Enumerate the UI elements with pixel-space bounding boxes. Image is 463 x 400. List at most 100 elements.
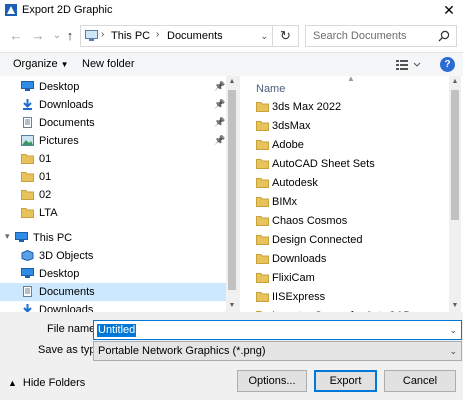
sidebar-item-label: Documents	[39, 117, 95, 129]
list-item[interactable]: BIMx	[252, 193, 452, 212]
list-item[interactable]: 3ds Max 2022	[252, 98, 452, 117]
file-name-field[interactable]: Untitled ⌄	[93, 320, 462, 340]
search-icon	[438, 30, 450, 42]
navigation-scrollbar[interactable]: ▲ ▼	[226, 76, 238, 312]
folder-icon	[21, 189, 34, 200]
view-options-icon[interactable]	[395, 57, 423, 73]
sidebar-item-label: LTA	[39, 207, 58, 219]
pin-icon: 📌	[214, 135, 226, 145]
list-item[interactable]: Design Connected	[252, 231, 452, 250]
window-title: Export 2D Graphic	[22, 4, 113, 16]
scroll-up-icon[interactable]: ▲	[449, 76, 461, 88]
list-item[interactable]: 3dsMax	[252, 117, 452, 136]
chevron-down-icon[interactable]: ⌄	[449, 346, 457, 357]
export-button[interactable]: Export	[314, 370, 377, 392]
sidebar-item[interactable]: 01	[0, 150, 230, 168]
file-name: AutoCAD Sheet Sets	[272, 158, 375, 170]
close-icon[interactable]: ✕	[441, 2, 457, 18]
file-name: FlixiCam	[272, 272, 315, 284]
document-icon	[21, 286, 34, 297]
sidebar-item[interactable]: Desktop	[0, 265, 230, 283]
3d-objects-icon	[21, 249, 34, 262]
sidebar-item[interactable]: 02	[0, 186, 230, 204]
forward-arrow-icon[interactable]: →	[30, 28, 46, 44]
list-item[interactable]: Chaos Cosmos	[252, 212, 452, 231]
sidebar-item-label: Pictures	[39, 135, 79, 147]
sidebar-item[interactable]: Downloads	[0, 301, 230, 312]
folder-icon	[256, 234, 269, 245]
list-item[interactable]: Autodesk	[252, 174, 452, 193]
sidebar-item[interactable]: Desktop 📌	[0, 78, 230, 96]
list-item[interactable]: FlixiCam	[252, 269, 452, 288]
save-as-type-select[interactable]: Portable Network Graphics (*.png) ⌄	[93, 341, 462, 361]
scroll-up-icon[interactable]: ▲	[226, 76, 238, 88]
folder-icon	[256, 139, 269, 150]
breadcrumb-documents[interactable]: Documents	[167, 30, 223, 42]
sidebar-item-label: This PC	[33, 232, 73, 244]
back-arrow-icon[interactable]: ←	[8, 28, 24, 44]
scrollbar-thumb[interactable]	[228, 90, 236, 290]
organize-button[interactable]: Organize ▼	[13, 58, 69, 70]
list-item[interactable]: Adobe	[252, 136, 452, 155]
sidebar-item[interactable]: This PC	[0, 229, 230, 247]
folder-icon	[256, 253, 269, 264]
hide-folders-button[interactable]: ▲ Hide Folders	[8, 377, 85, 389]
sidebar-item-label: 01	[39, 153, 52, 165]
breadcrumb-this-pc[interactable]: This PC	[111, 30, 150, 42]
download-icon	[21, 304, 34, 312]
title-bar: Export 2D Graphic ✕	[0, 0, 463, 20]
file-name: Design Connected	[272, 234, 363, 246]
caret-up-icon: ▲	[8, 378, 17, 388]
scrollbar-thumb[interactable]	[451, 90, 459, 220]
organize-label: Organize	[13, 58, 58, 70]
folder-icon	[256, 291, 269, 302]
sidebar-item-label: 3D Objects	[39, 250, 94, 262]
file-name-value[interactable]: Untitled	[97, 324, 137, 337]
new-folder-button[interactable]: New folder	[82, 58, 135, 70]
chevron-down-icon[interactable]: ⌄	[449, 325, 457, 336]
folder-icon	[256, 196, 269, 207]
chevron-down-icon[interactable]: ⌄	[260, 31, 268, 42]
address-bar[interactable]: › This PC › Documents ⌄ ↻	[80, 25, 299, 47]
sidebar-item[interactable]: LTA	[0, 204, 230, 222]
list-item[interactable]: Downloads	[252, 250, 452, 269]
column-header-name[interactable]: Name	[256, 83, 285, 95]
file-name: 3dsMax	[272, 120, 311, 132]
folder-icon	[256, 177, 269, 188]
breadcrumb-separator: ›	[156, 29, 160, 40]
desktop-icon	[21, 81, 34, 92]
navigation-pane[interactable]: Desktop 📌 Downloads 📌 Documents 📌 Pictures 📌 01 0…	[0, 76, 234, 312]
file-list[interactable]: ▲ Name 3ds Max 2022 3dsMax Adobe AutoCAD Sh…	[240, 76, 463, 312]
sidebar-item[interactable]: 01	[0, 168, 230, 186]
refresh-icon[interactable]: ↻	[272, 26, 298, 46]
search-input[interactable]: Search Documents	[313, 30, 407, 42]
caret-down-icon: ▼	[60, 60, 69, 69]
file-name: Autodesk	[272, 177, 318, 189]
file-name: Adobe	[272, 139, 304, 151]
sidebar-item[interactable]: 3D Objects	[0, 247, 230, 265]
sidebar-item[interactable]: Pictures 📌	[0, 132, 230, 150]
sidebar-item[interactable]: Downloads 📌	[0, 96, 230, 114]
folder-icon	[21, 207, 34, 218]
expand-chevron-icon[interactable]: ▾	[5, 231, 10, 242]
options-button[interactable]: Options...	[237, 370, 307, 392]
folder-icon	[256, 272, 269, 283]
list-item[interactable]: AutoCAD Sheet Sets	[252, 155, 452, 174]
scroll-down-icon[interactable]: ▼	[449, 300, 461, 312]
file-name-label: File name:	[47, 323, 99, 335]
sidebar-item[interactable]: Documents	[0, 283, 230, 301]
search-box[interactable]: Search Documents	[305, 25, 457, 47]
cancel-button[interactable]: Cancel	[384, 370, 456, 392]
pc-icon	[15, 232, 28, 243]
pin-icon: 📌	[214, 81, 226, 91]
pin-icon: 📌	[214, 99, 226, 109]
pin-icon: 📌	[214, 117, 226, 127]
list-item[interactable]: IISExpress	[252, 288, 452, 307]
scroll-down-icon[interactable]: ▼	[226, 300, 238, 312]
sidebar-item[interactable]: Documents 📌	[0, 114, 230, 132]
up-arrow-icon[interactable]: ↑	[62, 28, 78, 44]
help-icon[interactable]: ?	[440, 57, 455, 72]
file-list-scrollbar[interactable]: ▲ ▼	[449, 76, 461, 312]
pc-icon	[85, 30, 98, 41]
hide-folders-label: Hide Folders	[22, 377, 86, 389]
